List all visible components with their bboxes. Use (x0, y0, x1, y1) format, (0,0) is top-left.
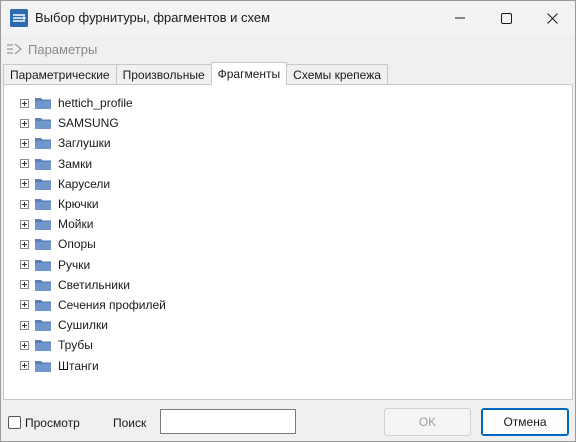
tree-item[interactable]: Замки (20, 154, 166, 174)
tree-item-label: Штанги (58, 358, 99, 373)
expand-icon[interactable] (20, 280, 29, 290)
tree-item-label: Ручки (58, 257, 91, 272)
tree-item[interactable]: Ручки (20, 255, 166, 275)
footer-bar: Просмотр Поиск OK Отмена (1, 403, 575, 441)
expand-icon[interactable] (20, 159, 29, 169)
tree-item[interactable]: SAMSUNG (20, 113, 166, 133)
tab-bar: Параметрические Произвольные Фрагменты С… (3, 62, 388, 85)
tree-item-label: Сушилки (58, 318, 108, 333)
tree-list: hettich_profile SAMSUNG Заглушки Замки Карус… (20, 93, 166, 376)
folder-icon (35, 98, 51, 110)
expand-icon[interactable] (20, 239, 29, 249)
tree-item[interactable]: Сушилки (20, 315, 166, 335)
tree-item-label: Сечения профилей (58, 297, 166, 312)
dialog-window: Выбор фурнитуры, фрагментов и схем Парам… (0, 0, 576, 442)
cancel-button[interactable]: Отмена (481, 408, 569, 436)
tree-item-label: Опоры (58, 237, 96, 252)
expand-icon[interactable] (20, 300, 29, 310)
tree-item-label: Крючки (58, 197, 99, 212)
minimize-icon (455, 17, 465, 19)
tree-item[interactable]: Карусели (20, 174, 166, 194)
folder-icon (35, 219, 51, 231)
tree-item[interactable]: Крючки (20, 194, 166, 214)
tree-item-label: SAMSUNG (58, 116, 119, 131)
preview-label: Просмотр (25, 416, 80, 430)
app-icon (10, 9, 28, 27)
parameters-label: Параметры (28, 41, 98, 57)
maximize-button[interactable] (483, 1, 529, 35)
tree-item[interactable]: Трубы (20, 335, 166, 355)
folder-icon (35, 158, 51, 170)
tree-item-label: Трубы (58, 338, 93, 353)
tab-fastening-schemes[interactable]: Схемы крепежа (286, 64, 388, 85)
close-button[interactable] (529, 1, 575, 35)
expand-icon[interactable] (20, 340, 29, 350)
tree-item[interactable]: Светильники (20, 275, 166, 295)
folder-icon (35, 239, 51, 251)
tree-item-label: hettich_profile (58, 96, 133, 111)
folder-icon (35, 118, 51, 130)
tab-arbitrary[interactable]: Произвольные (115, 64, 212, 85)
folder-icon (35, 279, 51, 291)
tab-fragments[interactable]: Фрагменты (210, 62, 288, 85)
expand-icon[interactable] (20, 118, 29, 128)
parameters-button[interactable]: Параметры (5, 39, 97, 59)
tab-parametric[interactable]: Параметрические (3, 64, 117, 85)
expand-icon[interactable] (20, 199, 29, 209)
folder-icon (35, 340, 51, 352)
folder-icon (35, 299, 51, 311)
expand-icon[interactable] (20, 361, 29, 371)
toolbar: Параметры (1, 37, 575, 61)
ok-button[interactable]: OK (384, 408, 471, 436)
expand-icon[interactable] (20, 320, 29, 330)
expand-icon[interactable] (20, 98, 29, 108)
tree-item-label: Заглушки (58, 136, 111, 151)
tree-item-label: Светильники (58, 277, 130, 292)
folder-icon (35, 138, 51, 150)
tree-item[interactable]: Опоры (20, 234, 166, 254)
parameters-icon (7, 43, 22, 55)
expand-icon[interactable] (20, 219, 29, 229)
search-input[interactable] (160, 409, 296, 434)
expand-icon[interactable] (20, 138, 29, 148)
window-title: Выбор фурнитуры, фрагментов и схем (35, 10, 271, 25)
folder-icon (35, 259, 51, 271)
fragments-tree[interactable]: hettich_profile SAMSUNG Заглушки Замки Карус… (3, 84, 573, 400)
maximize-icon (500, 12, 512, 24)
tree-item[interactable]: Заглушки (20, 133, 166, 153)
title-bar[interactable]: Выбор фурнитуры, фрагментов и схем (1, 1, 575, 35)
expand-icon[interactable] (20, 179, 29, 189)
folder-icon (35, 360, 51, 372)
tree-item-label: Замки (58, 156, 93, 171)
tree-item[interactable]: Мойки (20, 214, 166, 234)
folder-icon (35, 178, 51, 190)
search-label: Поиск (113, 416, 147, 430)
tree-item-label: Карусели (58, 176, 111, 191)
folder-icon (35, 199, 51, 211)
minimize-button[interactable] (437, 1, 483, 35)
tree-item[interactable]: Сечения профилей (20, 295, 166, 315)
tree-item[interactable]: Штанги (20, 355, 166, 375)
tree-item-label: Мойки (58, 217, 94, 232)
close-icon (546, 12, 558, 24)
folder-icon (35, 320, 51, 332)
expand-icon[interactable] (20, 260, 29, 270)
preview-checkbox[interactable] (8, 416, 21, 429)
tree-item[interactable]: hettich_profile (20, 93, 166, 113)
